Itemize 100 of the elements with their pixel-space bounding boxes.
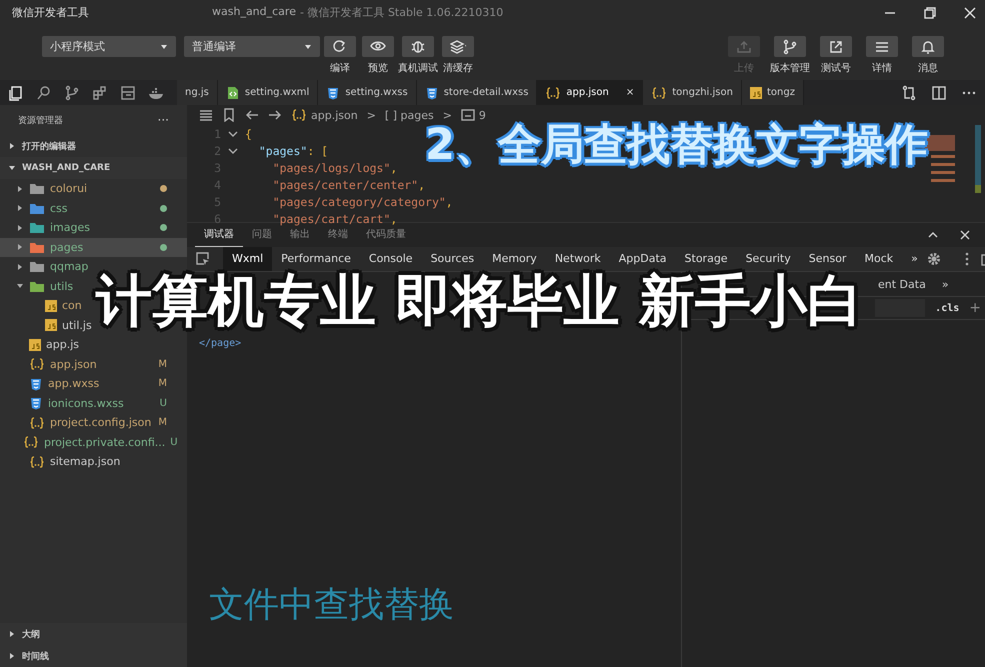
close-icon[interactable]: [963, 6, 977, 20]
devtools-tab[interactable]: Sensor: [800, 247, 856, 271]
status-letter: U: [170, 436, 178, 448]
sidebar-title: 资源管理器: [18, 114, 63, 126]
breadcrumb-item[interactable]: 9: [460, 108, 486, 122]
close-icon[interactable]: [959, 229, 971, 241]
editor-tab[interactable]: setting.wxss: [318, 80, 417, 105]
tree-item[interactable]: sitemap.json: [0, 452, 120, 472]
code-line: "pages/logs/logs",: [272, 160, 398, 174]
editor-tab[interactable]: setting.wxml: [218, 80, 318, 105]
bug-icon: [410, 38, 426, 54]
editor-tab[interactable]: tongz: [742, 80, 804, 105]
status-letter: M: [158, 378, 167, 390]
devtools-tab[interactable]: Network: [546, 247, 610, 271]
editor-tab[interactable]: tongzhi.json: [643, 80, 742, 105]
code-line: "pages/cart/cart",: [272, 212, 398, 226]
breadcrumb-item[interactable]: [ ] pages: [384, 108, 434, 122]
compare-icon[interactable]: [901, 84, 917, 100]
editor-tab[interactable]: store-detail.wxss: [416, 80, 538, 105]
wxml-file-icon: [226, 86, 240, 100]
devtools-tab[interactable]: Wxml: [223, 247, 272, 271]
dropdown[interactable]: 普通编译: [184, 36, 320, 57]
folder-icon: [29, 182, 45, 196]
json-file-icon: [29, 358, 45, 370]
cls-button[interactable]: .cls: [929, 302, 966, 314]
toolbar-button[interactable]: [442, 36, 474, 57]
json-file-icon: [651, 86, 668, 98]
css-file-icon: [29, 376, 43, 391]
toolbar-button[interactable]: [402, 36, 434, 57]
section-header[interactable]: 时间线: [0, 645, 187, 667]
editor-tab[interactable]: ng.js: [177, 80, 218, 105]
settings-icon[interactable]: [926, 252, 941, 266]
tree-item[interactable]: images: [0, 218, 187, 238]
devtools-tab[interactable]: Memory: [483, 247, 546, 271]
list-icon[interactable]: [199, 108, 213, 122]
breadcrumb-item[interactable]: app.json: [291, 108, 358, 122]
panel-tab[interactable]: 问题: [243, 223, 281, 247]
button-label: 编译: [330, 62, 350, 75]
button-label: 消息: [918, 62, 938, 75]
files-icon[interactable]: [8, 84, 24, 100]
tree-item[interactable]: css: [0, 198, 187, 218]
forward-arrow-icon[interactable]: [268, 108, 282, 122]
tree-item[interactable]: utils: [0, 276, 74, 296]
collapsed-caret-icon: [8, 652, 16, 660]
devtools-tab[interactable]: AppData: [610, 247, 676, 271]
inspect-icon[interactable]: [195, 251, 211, 267]
toolbar-button[interactable]: [774, 36, 806, 57]
split-editor-icon[interactable]: [931, 84, 947, 100]
dropdown[interactable]: 小程序模式: [42, 36, 176, 57]
editor-tab[interactable]: app.json ×: [537, 80, 644, 105]
toolbar-button[interactable]: [820, 36, 852, 57]
panel-icon[interactable]: [120, 84, 136, 100]
toolbar-button[interactable]: [912, 36, 944, 57]
panel-tab[interactable]: 终端: [319, 223, 357, 247]
tree-item[interactable]: project.config.json M: [0, 413, 187, 432]
caret-icon: [160, 44, 168, 50]
folder-icon: [29, 202, 45, 215]
source-control-icon[interactable]: [64, 84, 80, 100]
tree-item[interactable]: project.private.confi... U: [0, 432, 187, 452]
tree-item[interactable]: app.wxss M: [0, 374, 187, 394]
devtools-tab[interactable]: Mock: [855, 247, 902, 271]
toolbar-button[interactable]: [362, 36, 394, 57]
json-file-icon: [291, 109, 307, 121]
maximize-icon[interactable]: [923, 6, 937, 20]
fold-caret-icon[interactable]: [228, 146, 238, 154]
kebab-menu-icon[interactable]: [964, 252, 969, 266]
tree-item[interactable]: pages: [0, 238, 187, 257]
devtools-tab[interactable]: Security: [736, 247, 800, 271]
tree-item[interactable]: con: [0, 296, 82, 316]
devtools-tab[interactable]: Sources: [422, 247, 484, 271]
close-tab-button[interactable]: ×: [626, 87, 634, 98]
bookmark-icon[interactable]: [222, 108, 236, 122]
json-file-icon: [29, 416, 45, 429]
js-file-icon: [750, 86, 762, 98]
file-name: utils: [50, 280, 74, 293]
devtools-tab[interactable]: »: [902, 247, 927, 271]
devtools-tab[interactable]: Console: [360, 247, 422, 271]
button-label: 真机调试: [398, 62, 438, 75]
toolbar-button[interactable]: [866, 36, 898, 57]
section-header[interactable]: 大纲: [0, 623, 187, 645]
devtools-tab[interactable]: Performance: [272, 247, 360, 271]
search-icon[interactable]: [36, 84, 52, 100]
back-arrow-icon[interactable]: [245, 108, 259, 122]
add-button[interactable]: +: [965, 300, 985, 316]
more-button[interactable]: ···: [158, 113, 169, 127]
styles-tab[interactable]: ent Data: [878, 278, 926, 290]
more-tabs-button[interactable]: »: [942, 278, 949, 290]
extensions-icon[interactable]: [92, 84, 108, 100]
tree-item[interactable]: ionicons.wxss U: [0, 394, 187, 413]
section-header[interactable]: 打开的编辑器: [0, 135, 187, 157]
fold-caret-icon[interactable]: [228, 130, 238, 138]
tree-item[interactable]: app.json M: [0, 354, 187, 374]
tree-item[interactable]: util.js: [0, 316, 92, 335]
toolbar-button[interactable]: [324, 36, 356, 57]
devtools-tab[interactable]: Storage: [676, 247, 737, 271]
tree-item[interactable]: qqmap: [0, 257, 88, 276]
section-header[interactable]: WASH_AND_CARE: [0, 157, 187, 179]
tree-item[interactable]: app.js: [0, 335, 79, 354]
collapsed-caret-icon: [8, 142, 16, 150]
tree-item[interactable]: colorui: [0, 179, 187, 198]
